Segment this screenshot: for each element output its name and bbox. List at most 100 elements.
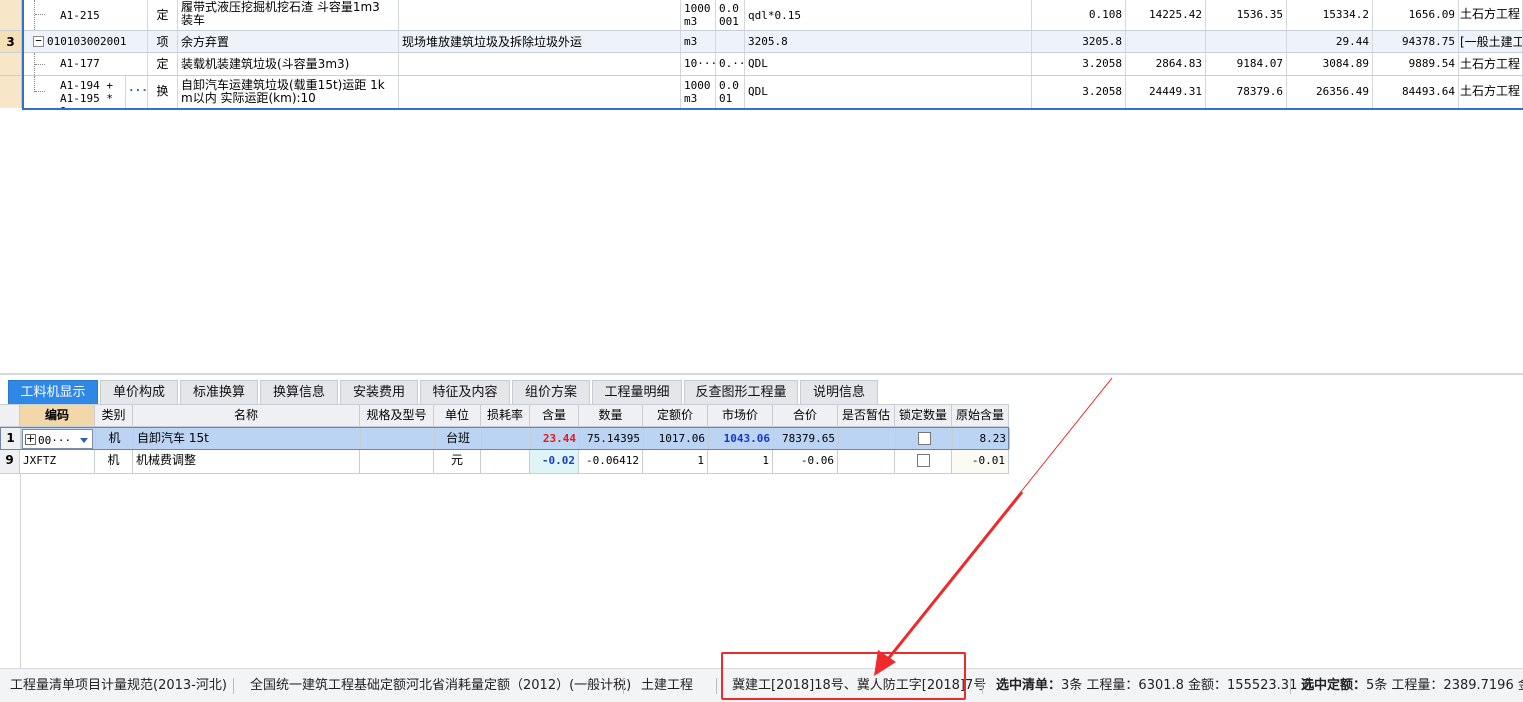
tab-pricing-scheme[interactable]: 组价方案	[512, 380, 590, 404]
unit-cell[interactable]: 1000m3	[681, 0, 716, 30]
type-cell[interactable]: 项	[148, 31, 178, 52]
expression-cell[interactable]: QDL	[745, 53, 1032, 75]
quantity-cell[interactable]: 0.108	[1032, 0, 1126, 30]
code-cell[interactable]: A1-215	[22, 0, 148, 30]
original-content-cell[interactable]: -0.01	[952, 450, 1009, 473]
unit-cell[interactable]: 元	[434, 450, 481, 473]
tab-quantity-details[interactable]: 工程量明细	[592, 380, 682, 404]
tab-labor-material-machine[interactable]: 工料机显示	[8, 380, 98, 404]
table-row[interactable]: A1-177 定 装载机装建筑垃圾(斗容量3m3) 10··· 0.··· QD…	[0, 53, 1523, 76]
price-cell[interactable]: 1656.09	[1373, 0, 1459, 30]
header-loss-rate[interactable]: 损耗率	[481, 405, 530, 426]
price-cell[interactable]: 78379.6	[1206, 76, 1287, 108]
price-cell[interactable]: 9184.07	[1206, 53, 1287, 75]
tab-installation-fee[interactable]: 安装费用	[340, 380, 418, 404]
feature-cell[interactable]: 现场堆放建筑垃圾及拆除垃圾外运	[399, 31, 681, 52]
header-spec[interactable]: 规格及型号	[360, 405, 434, 426]
quantity-cell[interactable]: 3.2058	[1032, 53, 1126, 75]
code-cell[interactable]: −010103002001	[22, 31, 148, 52]
collapse-icon[interactable]: −	[33, 35, 44, 47]
category-cell[interactable]: 土石方工程	[1459, 76, 1523, 108]
quantity-expression-cell[interactable]: 0.···	[716, 53, 745, 75]
total-cell[interactable]: -0.06	[773, 450, 838, 473]
status-quota[interactable]: 全国统一建筑工程基础定额河北省消耗量定额（2012）(一般计税)	[250, 669, 631, 702]
category-cell[interactable]: 土石方工程	[1459, 0, 1523, 30]
table-row[interactable]: 1 +00··· 机 自卸汽车 15t 台班 23.44 75.14395 10…	[0, 427, 1010, 450]
quantity-expression-cell[interactable]	[716, 31, 745, 52]
header-lock-quantity[interactable]: 锁定数量	[895, 405, 952, 426]
base-price-cell[interactable]: 1017.06	[644, 428, 709, 449]
price-cell[interactable]: 84493.64	[1373, 76, 1459, 108]
name-cell[interactable]: 自卸汽车运建筑垃圾(载重15t)运距 1km以内 实际运距(km):10	[178, 76, 399, 108]
price-cell[interactable]: 24449.31	[1126, 76, 1206, 108]
name-cell[interactable]: 装载机装建筑垃圾(斗容量3m3)	[178, 53, 399, 75]
expand-icon[interactable]: +	[25, 433, 36, 445]
price-cell[interactable]: 29.44	[1287, 31, 1373, 52]
feature-cell[interactable]	[399, 0, 681, 30]
category-cell[interactable]: 土石方工程	[1459, 53, 1523, 75]
unit-cell[interactable]: m3	[681, 31, 716, 52]
header-unit[interactable]: 单位	[434, 405, 481, 426]
lock-quantity-cell[interactable]	[895, 450, 952, 473]
original-content-cell[interactable]: 8.23	[953, 428, 1010, 449]
status-spec[interactable]: 工程量清单项目计量规范(2013-河北)	[10, 669, 227, 702]
unit-cell[interactable]: 1000m3	[681, 76, 716, 108]
header-market-price[interactable]: 市场价	[708, 405, 773, 426]
tab-features-content[interactable]: 特征及内容	[420, 380, 510, 404]
expression-cell[interactable]: qdl*0.15	[745, 0, 1032, 30]
spec-cell[interactable]	[360, 450, 434, 473]
table-row[interactable]: 3 −010103002001 项 余方弃置 现场堆放建筑垃圾及拆除垃圾外运 m…	[0, 31, 1523, 53]
header-estimated[interactable]: 是否暂估	[838, 405, 895, 426]
price-cell[interactable]: 94378.75	[1373, 31, 1459, 52]
feature-cell[interactable]	[399, 53, 681, 75]
unit-cell[interactable]: 10···	[681, 53, 716, 75]
header-name[interactable]: 名称	[133, 405, 360, 426]
quantity-cell[interactable]: 75.14395	[580, 428, 644, 449]
expression-cell[interactable]: QDL	[745, 76, 1032, 108]
header-content[interactable]: 含量	[530, 405, 579, 426]
base-price-cell[interactable]: 1	[643, 450, 708, 473]
code-cell[interactable]: A1-194 + A1-195 * 9	[22, 76, 126, 108]
price-cell[interactable]	[1126, 31, 1206, 52]
quantity-cell[interactable]: 3205.8	[1032, 31, 1126, 52]
estimated-cell[interactable]	[839, 428, 896, 449]
table-row[interactable]: 9 JXFTZ 机 机械费调整 元 -0.02 -0.06412 1 1 -0.…	[0, 450, 1009, 474]
tab-graphic-quantity-lookup[interactable]: 反查图形工程量	[684, 380, 798, 404]
quantity-cell[interactable]: 3.2058	[1032, 76, 1126, 108]
status-discipline[interactable]: 土建工程	[641, 669, 693, 702]
lock-quantity-checkbox[interactable]	[916, 454, 930, 467]
header-original-content[interactable]: 原始含量	[952, 405, 1009, 426]
table-row[interactable]: A1-215 定 履带式液压挖掘机挖石渣 斗容量1m3 装车 1000m3 0.…	[0, 0, 1523, 31]
loss-rate-cell[interactable]	[481, 450, 530, 473]
chevron-down-icon[interactable]	[80, 438, 88, 443]
type-cell[interactable]: 换	[148, 76, 178, 108]
type-cell[interactable]: 定	[148, 0, 178, 30]
total-cell[interactable]: 78379.65	[774, 428, 839, 449]
price-cell[interactable]: 14225.42	[1126, 0, 1206, 30]
price-cell[interactable]: 3084.89	[1287, 53, 1373, 75]
expression-cell[interactable]: 3205.8	[745, 31, 1032, 52]
header-quantity[interactable]: 数量	[579, 405, 643, 426]
price-cell[interactable]: 9889.54	[1373, 53, 1459, 75]
feature-cell[interactable]	[399, 76, 681, 108]
type-cell[interactable]: 定	[148, 53, 178, 75]
quantity-cell[interactable]: -0.06412	[579, 450, 643, 473]
estimated-cell[interactable]	[838, 450, 895, 473]
tab-description[interactable]: 说明信息	[800, 380, 878, 404]
type-cell[interactable]: 机	[95, 450, 133, 473]
type-cell[interactable]: 机	[96, 428, 134, 449]
lock-quantity-checkbox[interactable]	[917, 432, 931, 445]
spec-cell[interactable]	[361, 428, 435, 449]
category-cell[interactable]: [一般土建工	[1459, 31, 1523, 52]
name-cell[interactable]: 自卸汽车 15t	[134, 428, 361, 449]
lock-quantity-cell[interactable]	[896, 428, 953, 449]
name-cell[interactable]: 机械费调整	[133, 450, 360, 473]
price-cell[interactable]: 15334.2	[1287, 0, 1373, 30]
market-price-cell[interactable]: 1043.06	[709, 428, 774, 449]
price-cell[interactable]: 2864.83	[1126, 53, 1206, 75]
code-cell[interactable]: A1-177	[22, 53, 148, 75]
market-price-cell[interactable]: 1	[708, 450, 773, 473]
loss-rate-cell[interactable]	[482, 428, 531, 449]
quantity-expression-cell[interactable]: 0.00015	[716, 0, 745, 30]
code-cell[interactable]: JXFTZ	[20, 450, 95, 473]
